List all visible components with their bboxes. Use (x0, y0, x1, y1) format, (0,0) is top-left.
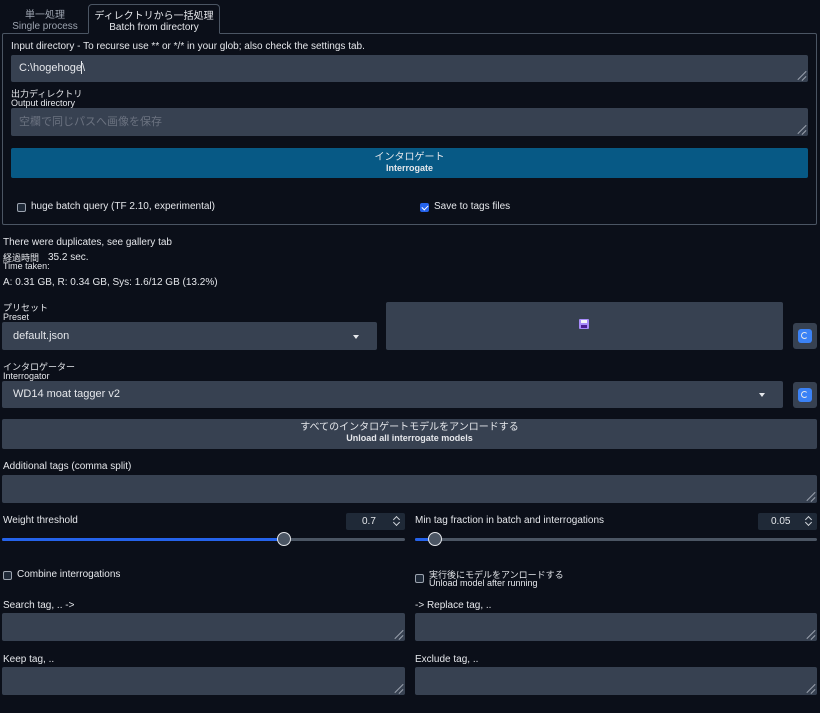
input-directory-field[interactable]: C:\hogehoge\ (11, 55, 808, 82)
save-tags-checkbox[interactable] (420, 203, 429, 212)
interrogator-value: WD14 moat tagger v2 (13, 388, 120, 400)
preset-label-en: Preset (3, 312, 30, 322)
resize-handle-icon[interactable] (797, 71, 806, 80)
weight-threshold-slider[interactable] (2, 532, 405, 546)
weight-threshold-value: 0.7 (362, 516, 376, 527)
refresh-icon (798, 329, 812, 343)
huge-batch-label: huge batch query (TF 2.10, experimental) (31, 201, 215, 212)
min-tag-fraction-value: 0.05 (771, 516, 791, 527)
refresh-preset-button[interactable] (793, 323, 817, 349)
search-tag-field[interactable] (2, 613, 405, 641)
min-tag-fraction-input[interactable]: 0.05 (758, 513, 817, 530)
spinner-icon[interactable] (393, 515, 401, 527)
weight-threshold-label: Weight threshold (3, 515, 78, 526)
chevron-down-icon (759, 393, 765, 397)
refresh-interrogator-button[interactable] (793, 382, 817, 408)
input-directory-label: Input directory - To recurse use ** or *… (11, 41, 365, 52)
time-label-en: Time taken: (3, 261, 50, 271)
resize-handle-icon[interactable] (394, 684, 403, 693)
unload-after-checkbox[interactable] (415, 574, 424, 583)
exclude-tag-field[interactable] (415, 667, 817, 695)
resize-handle-icon[interactable] (806, 684, 815, 693)
output-directory-placeholder: 空欄で同じパスへ画像を保存 (19, 116, 162, 128)
floppy-disk-icon (579, 319, 589, 329)
interrogate-button[interactable]: インタロゲート Interrogate (11, 148, 808, 178)
weight-threshold-input[interactable]: 0.7 (346, 513, 405, 530)
tab-single-process-ja: 単一処理 (25, 10, 65, 21)
status-message: There were duplicates, see gallery tab (3, 237, 172, 248)
tab-batch-ja: ディレクトリから一括処理 (94, 11, 214, 22)
tab-single-process[interactable]: 単一処理 Single process (4, 4, 86, 32)
text-cursor (81, 61, 82, 74)
refresh-icon (798, 388, 812, 402)
resize-handle-icon[interactable] (806, 492, 815, 501)
weight-threshold-fill (2, 538, 284, 541)
input-directory-value: C:\hogehoge\ (19, 62, 86, 74)
tab-batch-en: Batch from directory (109, 22, 199, 33)
resize-handle-icon[interactable] (394, 630, 403, 639)
interrogate-button-ja: インタロゲート (374, 152, 445, 163)
weight-threshold-thumb[interactable] (277, 532, 291, 546)
unload-all-ja: すべてのインタロゲートモデルをアンロードする (300, 422, 519, 433)
time-value: 35.2 sec. (48, 252, 89, 263)
resize-handle-icon[interactable] (797, 125, 806, 134)
combine-interrogations-label: Combine interrogations (17, 569, 121, 580)
unload-all-en: Unload all interrogate models (346, 433, 473, 443)
interrogator-label-en: Interrogator (3, 371, 50, 381)
memory-usage: A: 0.31 GB, R: 0.34 GB, Sys: 1.6/12 GB (… (3, 277, 218, 288)
interrogator-dropdown[interactable]: WD14 moat tagger v2 (2, 381, 783, 408)
chevron-down-icon (353, 335, 359, 339)
keep-tag-label: Keep tag, .. (3, 654, 55, 665)
unload-all-button[interactable]: すべてのインタロゲートモデルをアンロードする Unload all interr… (2, 419, 817, 449)
huge-batch-checkbox[interactable] (17, 203, 26, 212)
unload-after-label-en: Unload model after running (429, 578, 538, 588)
combine-interrogations-checkbox[interactable] (3, 571, 12, 580)
min-tag-fraction-thumb[interactable] (428, 532, 442, 546)
spinner-icon[interactable] (805, 515, 813, 527)
additional-tags-label: Additional tags (comma split) (3, 461, 132, 472)
min-tag-fraction-label: Min tag fraction in batch and interrogat… (415, 515, 604, 526)
save-preset-button[interactable] (386, 302, 783, 350)
search-tag-label: Search tag, .. -> (3, 600, 75, 611)
tab-batch-from-directory[interactable]: ディレクトリから一括処理 Batch from directory (88, 4, 220, 34)
replace-tag-label: -> Replace tag, .. (415, 600, 492, 611)
exclude-tag-label: Exclude tag, .. (415, 654, 479, 665)
tab-single-process-en: Single process (12, 21, 78, 32)
resize-handle-icon[interactable] (806, 630, 815, 639)
interrogate-button-en: Interrogate (385, 163, 433, 173)
min-tag-fraction-slider[interactable] (415, 532, 817, 546)
preset-value: default.json (13, 330, 70, 342)
output-directory-label-en: Output directory (11, 98, 76, 108)
replace-tag-field[interactable] (415, 613, 817, 641)
additional-tags-field[interactable] (2, 475, 817, 503)
keep-tag-field[interactable] (2, 667, 405, 695)
output-directory-field[interactable]: 空欄で同じパスへ画像を保存 (11, 108, 808, 136)
preset-dropdown[interactable]: default.json (2, 322, 377, 350)
save-tags-label: Save to tags files (434, 201, 511, 212)
